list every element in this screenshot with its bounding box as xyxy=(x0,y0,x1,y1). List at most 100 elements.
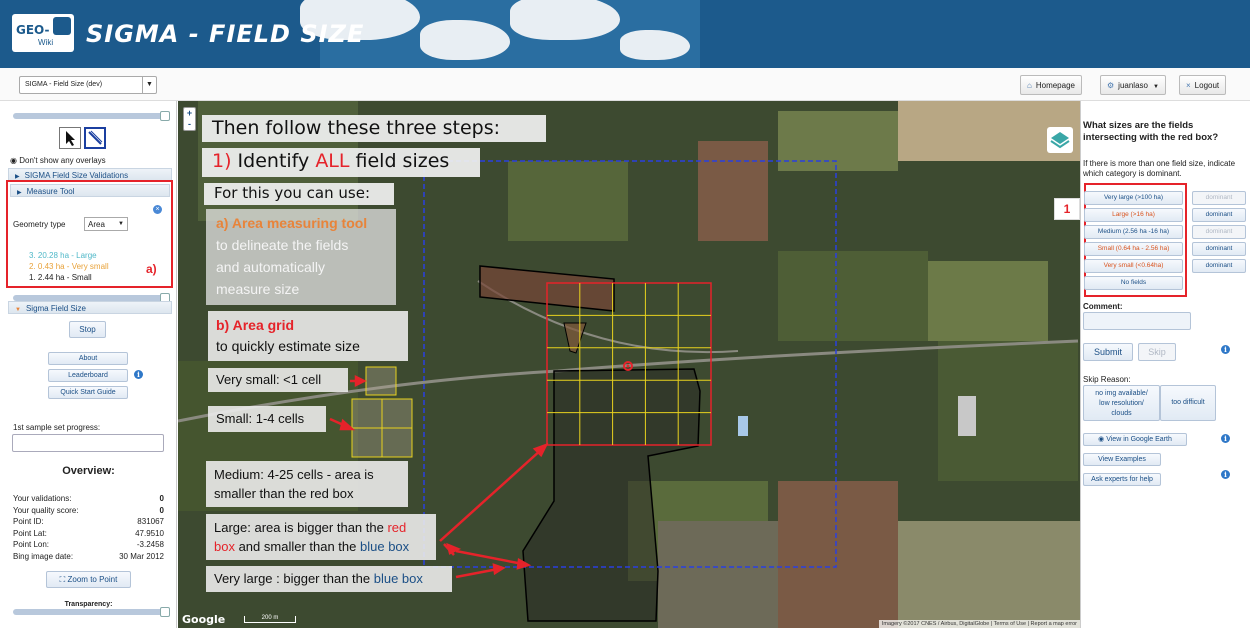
stop-button[interactable]: Stop xyxy=(69,321,106,338)
overview-value: 30 Mar 2012 xyxy=(119,551,164,561)
project-select-value: SIGMA - Field Size (dev) xyxy=(25,81,103,88)
area-tool-body-1: to delineate the fields xyxy=(216,237,349,253)
category-button[interactable]: No fields xyxy=(1084,276,1183,290)
grid-body: to quickly estimate size xyxy=(216,338,360,354)
reason-no-img-line-1: no img available/ xyxy=(1095,390,1148,397)
overview-key: Bing image date: xyxy=(13,551,74,561)
left-panel: ◉ Don't show any overlays ▶ SIGMA Field S… xyxy=(0,101,177,628)
view-examples-button[interactable]: View Examples xyxy=(1083,453,1161,466)
grid-title: Area grid xyxy=(232,317,295,333)
chevron-down-icon: ▼ xyxy=(142,77,156,93)
dominant-button[interactable]: dominant xyxy=(1192,208,1246,222)
dominant-button[interactable]: dominant xyxy=(1192,259,1246,273)
info-icon[interactable]: i xyxy=(1221,470,1230,479)
reason-no-img-button[interactable]: no img available/ low resolution/ clouds xyxy=(1083,385,1160,421)
map-attribution[interactable]: Imagery ©2017 CNES / Airbus, DigitalGlob… xyxy=(878,620,1080,628)
identify-all: ALL xyxy=(315,150,350,172)
submit-button[interactable]: Submit xyxy=(1083,343,1133,361)
homepage-button[interactable]: ⌂ Homepage xyxy=(1020,75,1082,95)
annotation-a: a) xyxy=(146,262,157,276)
overview-value: -3.2458 xyxy=(136,540,164,549)
info-icon[interactable]: i xyxy=(1221,434,1230,443)
medium-line-1: Medium: 4-25 cells - area is xyxy=(214,467,374,482)
large-line-2: box and smaller than the blue box xyxy=(214,537,436,556)
pencil-icon xyxy=(88,130,103,145)
geometry-type-select[interactable]: Area ▼ xyxy=(84,217,128,231)
category-button[interactable]: Medium (2.56 ha -16 ha) xyxy=(1084,225,1183,239)
measure-tool-accordion-header[interactable]: ▶ Measure Tool xyxy=(10,184,170,197)
user-menu-button[interactable]: ⚙ juanlaso ▼ xyxy=(1100,75,1166,95)
category-button[interactable]: Very large (>100 ha) xyxy=(1084,191,1183,205)
zoom-to-point-button[interactable]: ⛶ Zoom to Point xyxy=(46,571,131,588)
dominant-button[interactable]: dominant xyxy=(1192,225,1246,239)
very-large-a: Very large : bigger than the xyxy=(214,571,374,586)
layers-button[interactable] xyxy=(1047,127,1073,153)
top-slider[interactable] xyxy=(13,113,168,119)
quick-start-button[interactable]: Quick Start Guide xyxy=(48,386,128,399)
globe-icon xyxy=(53,17,71,35)
close-icon: × xyxy=(1186,81,1191,90)
skip-button[interactable]: Skip xyxy=(1138,343,1176,361)
grid-prefix: b) xyxy=(216,317,233,333)
sigma-header-label: Sigma Field Size xyxy=(25,304,86,313)
large-1b: red xyxy=(387,520,407,535)
reason-no-img-line-3: clouds xyxy=(1111,410,1132,417)
annotation-1: 1 xyxy=(1054,198,1080,220)
google-earth-button[interactable]: ◉ View in Google Earth xyxy=(1083,433,1187,446)
top-slider-handle[interactable] xyxy=(160,111,170,121)
zoom-out-button[interactable]: - xyxy=(184,119,195,130)
logout-label: Logout xyxy=(1194,81,1220,90)
identify-prefix: 1) xyxy=(212,150,238,172)
area-tool-title: Area measuring tool xyxy=(231,215,368,231)
small-caption: Small: 1-4 cells xyxy=(208,406,326,432)
category-button[interactable]: Small (0.64 ha - 2.56 ha) xyxy=(1084,242,1183,256)
chevron-down-icon: ▼ xyxy=(118,221,124,227)
radio-selected-icon: ◉ xyxy=(10,156,17,165)
ask-experts-button[interactable]: Ask experts for help xyxy=(1083,473,1161,486)
target-icon: ⛶ xyxy=(59,575,66,584)
steps-title: Then follow these three steps: xyxy=(202,115,546,142)
pan-tool-button[interactable] xyxy=(59,127,81,149)
project-select[interactable]: SIGMA - Field Size (dev) ▼ xyxy=(19,76,157,94)
transparency-slider[interactable] xyxy=(13,609,168,615)
close-icon[interactable]: × xyxy=(153,205,162,214)
info-icon[interactable]: i xyxy=(134,370,143,379)
scale-bar: 200 m xyxy=(244,615,296,623)
map-view[interactable]: + - Then follow these three steps: 1) Id… xyxy=(178,101,1080,628)
medium-line-2: smaller than the red box xyxy=(214,486,354,501)
chevron-down-icon: ▼ xyxy=(1152,84,1159,90)
home-icon: ⌂ xyxy=(1027,81,1032,90)
dominant-button[interactable]: dominant xyxy=(1192,191,1246,205)
layers-icon xyxy=(1050,132,1070,149)
header-banner: GEO- Wiki SIGMA - FIELD SIZE xyxy=(0,0,1250,68)
geowiki-logo[interactable]: GEO- Wiki xyxy=(12,14,74,52)
comment-input[interactable] xyxy=(1083,312,1191,330)
top-toolbar: SIGMA - Field Size (dev) ▼ ⌂ Homepage ⚙ ju… xyxy=(0,68,1250,101)
leaderboard-button[interactable]: Leaderboard xyxy=(48,369,128,382)
logout-button[interactable]: × Logout xyxy=(1179,75,1227,95)
sigma-accordion-header[interactable]: ▼ Sigma Field Size xyxy=(8,301,172,314)
geometry-type-value: Area xyxy=(88,220,105,229)
draw-tool-button[interactable] xyxy=(84,127,106,149)
category-button[interactable]: Very small (<0.64ha) xyxy=(1084,259,1183,273)
info-icon[interactable]: i xyxy=(1221,345,1230,354)
no-overlay-radio[interactable]: ◉ Don't show any overlays xyxy=(10,156,106,165)
category-button[interactable]: Large (>16 ha) xyxy=(1084,208,1183,222)
reason-no-img-line-2: low resolution/ xyxy=(1099,400,1144,407)
validations-header-label: SIGMA Field Size Validations xyxy=(24,171,129,180)
overview-key: Your validations: xyxy=(13,494,72,503)
area-tool-caption: a) Area measuring tool to delineate the … xyxy=(206,209,396,305)
zoom-control[interactable]: + - xyxy=(183,107,196,131)
dominant-button[interactable]: dominant xyxy=(1192,242,1246,256)
comment-label: Comment: xyxy=(1083,302,1123,311)
use-label: For this you can use: xyxy=(204,183,394,205)
overview-key: Your quality score: xyxy=(13,505,79,515)
area-tool-prefix: a) xyxy=(216,215,232,231)
transparency-slider-handle[interactable] xyxy=(160,607,170,617)
about-button[interactable]: About xyxy=(48,352,128,365)
question-title: What sizes are the fields intersecting w… xyxy=(1083,120,1219,143)
gear-icon: ⚙ xyxy=(1107,81,1115,90)
reason-too-difficult-button[interactable]: too difficult xyxy=(1160,385,1216,421)
very-large-caption: Very large : bigger than the blue box xyxy=(206,566,452,592)
zoom-in-button[interactable]: + xyxy=(184,108,195,119)
